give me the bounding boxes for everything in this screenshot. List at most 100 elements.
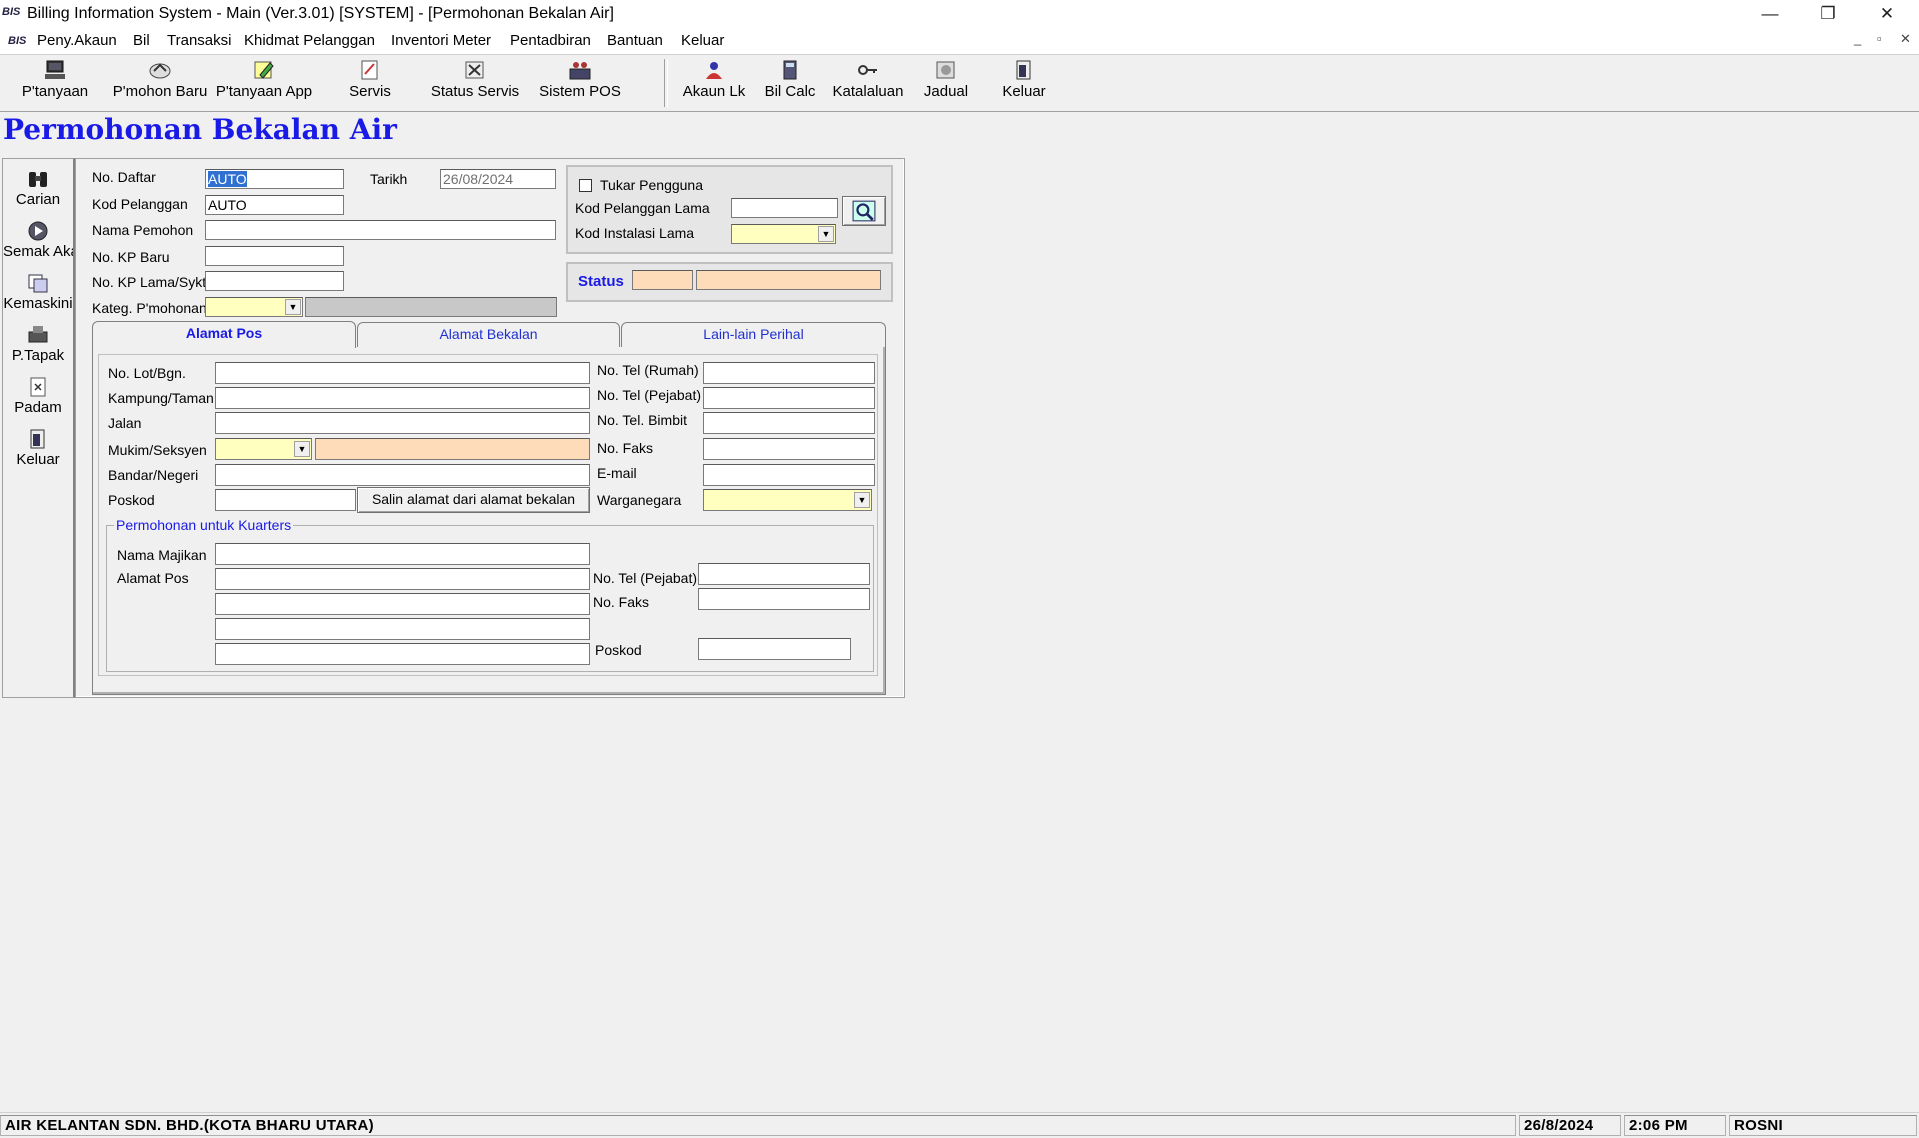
play-icon — [28, 221, 48, 241]
form-sidebar: Carian Semak Akaun Kemaskini P.Tapak Pad… — [2, 158, 75, 698]
jalan-field[interactable] — [215, 412, 590, 434]
toolbar: P'tanyaan P'mohon Baru P'tanyaan App Ser… — [0, 54, 1919, 112]
status-company: AIR KELANTAN SDN. BHD.(KOTA BHARU UTARA) — [0, 1115, 1516, 1136]
salin-alamat-button[interactable]: Salin alamat dari alamat bekalan — [357, 487, 590, 513]
poskod-label: Poskod — [108, 492, 155, 508]
kuarters-alamat-line-3[interactable] — [215, 618, 590, 640]
tab-lain-lain-perihal[interactable]: Lain-lain Perihal — [621, 322, 886, 347]
no-kp-baru-field[interactable] — [205, 246, 344, 266]
warganegara-select[interactable]: ▼ — [703, 489, 872, 511]
mdi-app-icon: BIS — [8, 35, 27, 47]
kuarters-alamat-pos-label: Alamat Pos — [117, 570, 189, 586]
toolbar-keluar-button[interactable]: Keluar — [1000, 59, 1048, 100]
toolbar-jadual-button[interactable]: Jadual — [918, 59, 974, 100]
chevron-down-icon: ▼ — [818, 226, 834, 242]
kuarters-faks-field[interactable] — [698, 588, 870, 610]
email-label: E-mail — [597, 465, 637, 481]
sidebar-semak-akaun-button[interactable]: Semak Akaun — [3, 220, 73, 260]
kampung-label: Kampung/Taman — [108, 390, 214, 406]
mdi-close-button[interactable]: ✕ — [1900, 31, 1911, 47]
menu-peny-akaun[interactable]: Peny.Akaun — [37, 32, 117, 49]
sidebar-ptapak-button[interactable]: P.Tapak — [3, 324, 73, 364]
kod-instalasi-lama-select[interactable]: ▼ — [731, 224, 836, 244]
email-field[interactable] — [703, 464, 875, 486]
faks-field[interactable] — [703, 438, 875, 460]
menu-inventori-meter[interactable]: Inventori Meter — [391, 32, 491, 49]
nama-pemohon-field[interactable] — [205, 220, 556, 240]
tel-pejabat-field[interactable] — [703, 387, 875, 409]
toolbar-katalaluan-button[interactable]: Katalaluan — [832, 59, 904, 100]
mdi-minimize-button[interactable]: _ — [1854, 31, 1861, 46]
menu-bantuan[interactable]: Bantuan — [607, 32, 663, 49]
sidebar-keluar-button[interactable]: Keluar — [3, 428, 73, 468]
tel-bimbit-field[interactable] — [703, 412, 875, 434]
nama-majikan-field[interactable] — [215, 543, 590, 565]
toolbar-sistem-pos-button[interactable]: Sistem POS — [537, 59, 623, 100]
tukar-pengguna-checkbox[interactable] — [579, 179, 592, 192]
bandar-field[interactable] — [215, 464, 590, 486]
kuarters-tel-pejabat-label: No. Tel (Pejabat) — [593, 570, 698, 586]
no-kp-lama-field[interactable] — [205, 271, 344, 291]
kuarters-poskod-label: Poskod — [595, 642, 642, 658]
toolbar-ptanyaan-app-button[interactable]: P'tanyaan App — [214, 59, 314, 100]
kuarters-alamat-line-4[interactable] — [215, 643, 590, 665]
new-application-icon — [149, 63, 171, 79]
kuarters-faks-label: No. Faks — [593, 594, 650, 610]
menu-keluar[interactable]: Keluar — [681, 32, 724, 49]
app-logo-icon: BIS — [2, 6, 21, 18]
account-icon — [706, 62, 722, 79]
no-daftar-field[interactable]: AUTO — [205, 169, 344, 189]
kampung-field[interactable] — [215, 387, 590, 409]
form-title: Permohonan Bekalan Air — [3, 113, 397, 146]
toolbar-akaun-lk-button[interactable]: Akaun Lk — [680, 59, 748, 100]
title-bar: BIS Billing Information System - Main (V… — [0, 0, 1919, 29]
toolbar-ptanyaan-button[interactable]: P'tanyaan — [20, 59, 90, 100]
status-label: Status — [578, 273, 624, 290]
tab-alamat-pos[interactable]: Alamat Pos — [92, 321, 356, 348]
kateg-pmohonan-select[interactable]: ▼ — [205, 297, 303, 317]
stamp-icon — [28, 326, 48, 343]
tarikh-field[interactable]: 26/08/2024 — [440, 169, 556, 189]
faks-label: No. Faks — [597, 440, 654, 456]
toolbar-servis-button[interactable]: Servis — [346, 59, 394, 100]
close-button[interactable]: ✕ — [1858, 0, 1916, 29]
tools-icon — [465, 61, 484, 79]
toolbar-pmohon-baru-button[interactable]: P'mohon Baru — [110, 59, 210, 100]
status-user: ROSNI — [1729, 1115, 1917, 1136]
no-kp-lama-label: No. KP Lama/Sykt — [92, 274, 207, 290]
minimize-button[interactable]: — — [1741, 0, 1799, 29]
poskod-field[interactable] — [215, 489, 356, 511]
menu-bil[interactable]: Bil — [133, 32, 150, 49]
no-lot-field[interactable] — [215, 362, 590, 384]
mukim-select[interactable]: ▼ — [215, 438, 312, 460]
kuarters-alamat-line-1[interactable] — [215, 568, 590, 590]
kod-pelanggan-lama-label: Kod Pelanggan Lama — [575, 200, 710, 216]
menu-transaksi[interactable]: Transaksi — [167, 32, 231, 49]
mdi-restore-button[interactable]: ▫ — [1877, 31, 1882, 46]
menu-pentadbiran[interactable]: Pentadbiran — [510, 32, 591, 49]
pos-icon — [569, 62, 591, 80]
status-bar: AIR KELANTAN SDN. BHD.(KOTA BHARU UTARA)… — [0, 1112, 1919, 1138]
exit-icon — [30, 429, 45, 449]
tel-rumah-field[interactable] — [703, 362, 875, 384]
tel-bimbit-label: No. Tel. Bimbit — [597, 412, 687, 428]
toolbar-bil-calc-button[interactable]: Bil Calc — [762, 59, 818, 100]
sidebar-kemaskini-button[interactable]: Kemaskini — [3, 272, 73, 312]
status-code-field — [632, 270, 693, 290]
bandar-label: Bandar/Negeri — [108, 467, 199, 483]
chevron-down-icon: ▼ — [285, 299, 301, 315]
sidebar-padam-button[interactable]: Padam — [3, 376, 73, 416]
kod-pelanggan-field[interactable]: AUTO — [205, 195, 344, 215]
kuarters-tel-pejabat-field[interactable] — [698, 563, 870, 585]
kuarters-alamat-line-2[interactable] — [215, 593, 590, 615]
kod-pelanggan-lama-field[interactable] — [731, 198, 838, 218]
sidebar-carian-button[interactable]: Carian — [3, 168, 73, 208]
tab-alamat-bekalan[interactable]: Alamat Bekalan — [357, 322, 620, 347]
menu-khidmat-pelanggan[interactable]: Khidmat Pelanggan — [244, 32, 375, 49]
restore-button[interactable]: ❐ — [1799, 0, 1857, 29]
status-description-field — [696, 270, 881, 290]
toolbar-status-servis-button[interactable]: Status Servis — [430, 59, 520, 100]
no-kp-baru-label: No. KP Baru — [92, 249, 170, 265]
search-customer-button[interactable] — [842, 196, 886, 226]
kuarters-poskod-field[interactable] — [698, 638, 851, 660]
